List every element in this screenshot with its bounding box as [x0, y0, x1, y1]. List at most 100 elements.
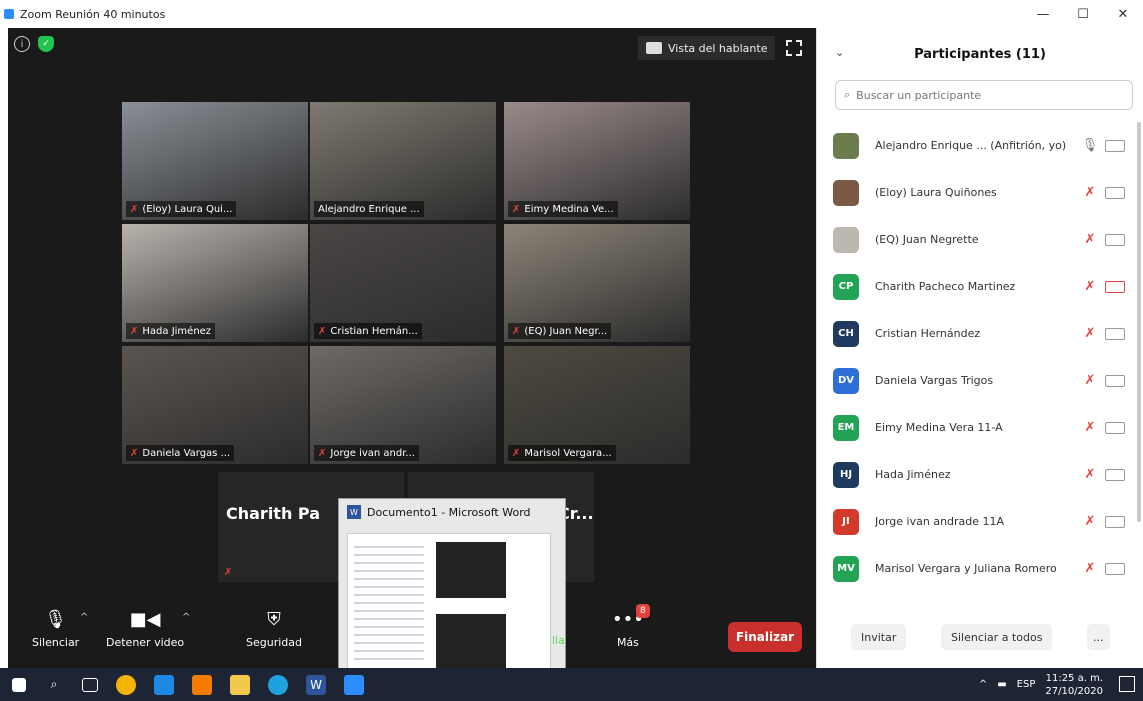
collapse-chevron-icon[interactable]: ⌄	[835, 46, 844, 59]
mic-muted-icon: ✗	[512, 203, 521, 215]
more-options-button[interactable]: ...	[1087, 624, 1110, 650]
clock-time: 11:25 a. m.	[1045, 672, 1103, 684]
video-tile[interactable]: ✗ Hada Jiménez	[122, 224, 308, 342]
participant-name: Eimy Medina Vera 11-A	[875, 421, 1003, 434]
more-button[interactable]: ••• 8 Más	[612, 604, 650, 649]
meeting-topbar: i ✓	[14, 36, 54, 52]
window-controls: — ☐ ✕	[1023, 0, 1143, 28]
search-icon: ⌕	[844, 88, 851, 101]
mute-options-chevron-icon[interactable]: ^	[80, 612, 88, 623]
avatar: CP	[833, 273, 859, 300]
search-icon[interactable]: ⌕	[44, 675, 64, 695]
window-title: Zoom Reunión 40 minutos	[20, 7, 166, 21]
fullscreen-icon[interactable]	[786, 40, 802, 56]
maximize-button[interactable]: ☐	[1063, 0, 1103, 28]
video-options-chevron-icon[interactable]: ^	[182, 612, 190, 623]
camera-icon	[1105, 186, 1125, 199]
invite-button[interactable]: Invitar	[851, 624, 907, 650]
tile-name: (Eloy) Laura Qui...	[142, 203, 233, 215]
participant-row[interactable]: JI Jorge ivan andrade 11A ✗	[833, 498, 1133, 545]
meeting-area: i ✓ Vista del hablante ✗ (Eloy) Laura Qui…	[8, 28, 816, 688]
participant-search-input[interactable]: ⌕ Buscar un participante	[835, 80, 1133, 110]
speaker-view-label: Vista del hablante	[668, 41, 768, 55]
participants-title: Participantes (11)	[914, 46, 1046, 62]
participant-row[interactable]: MV Marisol Vergara y Juliana Romero ✗	[833, 545, 1133, 592]
participant-row[interactable]: EM Eimy Medina Vera 11-A ✗	[833, 404, 1133, 451]
video-tile[interactable]: ✗ (EQ) Juan Negr...	[504, 224, 690, 342]
task-view-icon[interactable]	[82, 677, 98, 692]
video-tile[interactable]: Alejandro Enrique ...	[310, 102, 496, 220]
participant-name: Hada Jiménez	[875, 468, 951, 481]
security-button[interactable]: ⛨ Seguridad	[246, 608, 302, 650]
speaker-view-button[interactable]: Vista del hablante	[638, 36, 776, 60]
mute-all-button[interactable]: Silenciar a todos	[941, 624, 1053, 650]
camera-icon	[1105, 562, 1125, 575]
more-label: Más	[616, 636, 639, 649]
encryption-shield-icon[interactable]: ✓	[38, 36, 54, 52]
mute-button[interactable]: 🎙 Silenciar	[32, 608, 79, 650]
participants-footer: Invitar Silenciar a todos ...	[817, 618, 1143, 668]
video-tile[interactable]: ✗ Jorge ivan andr...	[310, 346, 496, 464]
preview-video-grid-1	[436, 542, 506, 598]
avatar	[833, 132, 859, 159]
zoom-taskbar-icon[interactable]	[344, 674, 364, 695]
video-tile[interactable]: ✗ Eimy Medina Ve...	[504, 102, 690, 220]
avatar: DV	[833, 367, 859, 394]
participant-list-scrollbar[interactable]	[1137, 122, 1141, 522]
participant-name-label: ✗ Eimy Medina Ve...	[508, 201, 618, 217]
camera-icon	[1105, 468, 1125, 481]
tile-name: Cristian Hernán...	[330, 325, 418, 337]
video-tile[interactable]: ✗ (Eloy) Laura Qui...	[122, 102, 308, 220]
info-icon[interactable]: i	[14, 36, 30, 52]
microphone-icon: 🎙	[44, 608, 68, 630]
participant-name: Daniela Vargas Trigos	[875, 374, 994, 387]
camera-off-icon	[1105, 280, 1125, 293]
participant-list: Alejandro Enrique ... (Anfitrión, yo) 🎙 (E…	[833, 122, 1133, 592]
camera-icon	[1105, 421, 1125, 434]
notification-center-icon[interactable]	[1119, 676, 1135, 692]
participant-row[interactable]: (EQ) Juan Negrette ✗	[833, 216, 1133, 263]
video-tile[interactable]: ✗ Marisol Vergara...	[504, 346, 690, 464]
participant-name-label: ✗ Cristian Hernán...	[314, 323, 422, 339]
share-screen-button[interactable]: lla	[552, 634, 565, 647]
participant-row[interactable]: (Eloy) Laura Quiñones ✗	[833, 169, 1133, 216]
participant-name: Alejandro Enrique ... (Anfitrión, yo)	[875, 139, 1067, 152]
avatar: EM	[833, 414, 859, 441]
taskbar-clock[interactable]: 11:25 a. m. 27/10/2020	[1045, 672, 1103, 698]
end-meeting-button[interactable]: Finalizar	[728, 622, 802, 652]
participant-row[interactable]: DV Daniela Vargas Trigos ✗	[833, 357, 1133, 404]
mic-muted-icon: ✗	[1084, 420, 1096, 435]
stop-video-button[interactable]: ■◀ Detener video	[106, 608, 185, 650]
window-titlebar: Zoom Reunión 40 minutos — ☐ ✕	[0, 0, 1143, 28]
video-tile[interactable]: ✗ Daniela Vargas ...	[122, 346, 308, 464]
search-placeholder: Buscar un participante	[856, 88, 982, 102]
mail-icon[interactable]	[154, 674, 174, 695]
participant-name-label: ✗ (EQ) Juan Negr...	[508, 323, 612, 339]
chrome-icon[interactable]	[116, 674, 136, 695]
video-tile[interactable]: ✗ Cristian Hernán...	[310, 224, 496, 342]
meeting-controls: 🎙 Silenciar ^ ■◀ Detener video ^ ⛨ Segur…	[8, 602, 816, 668]
participant-row[interactable]: CP Charith Pacheco Martinez ✗	[833, 263, 1133, 310]
windows-start-icon[interactable]	[12, 677, 26, 692]
mic-muted-icon: ✗	[130, 203, 139, 215]
minimize-button[interactable]: —	[1023, 0, 1063, 28]
participant-row[interactable]: HJ Hada Jiménez ✗	[833, 451, 1133, 498]
participant-row[interactable]: CH Cristian Hernández ✗	[833, 310, 1133, 357]
stop-video-label: Detener video	[106, 636, 185, 649]
close-button[interactable]: ✕	[1103, 0, 1143, 28]
clock-date: 27/10/2020	[1045, 685, 1103, 697]
edge-icon[interactable]	[268, 674, 288, 695]
security-shield-icon: ⛨	[267, 608, 281, 630]
avatar: JI	[833, 508, 859, 535]
network-icon[interactable]: ▬	[997, 679, 1006, 690]
media-player-icon[interactable]	[192, 674, 212, 695]
camera-icon	[1105, 515, 1125, 528]
tray-chevron-icon[interactable]: ^	[979, 679, 987, 690]
participant-row[interactable]: Alejandro Enrique ... (Anfitrión, yo) 🎙	[833, 122, 1133, 169]
word-taskbar-icon[interactable]: W	[306, 674, 326, 695]
language-indicator[interactable]: ESP	[1017, 679, 1036, 690]
file-explorer-icon[interactable]	[230, 674, 250, 695]
mic-muted-icon: ✗	[1084, 279, 1096, 294]
mic-muted-icon: ✗	[1084, 467, 1096, 482]
tile-name: Eimy Medina Ve...	[524, 203, 614, 215]
